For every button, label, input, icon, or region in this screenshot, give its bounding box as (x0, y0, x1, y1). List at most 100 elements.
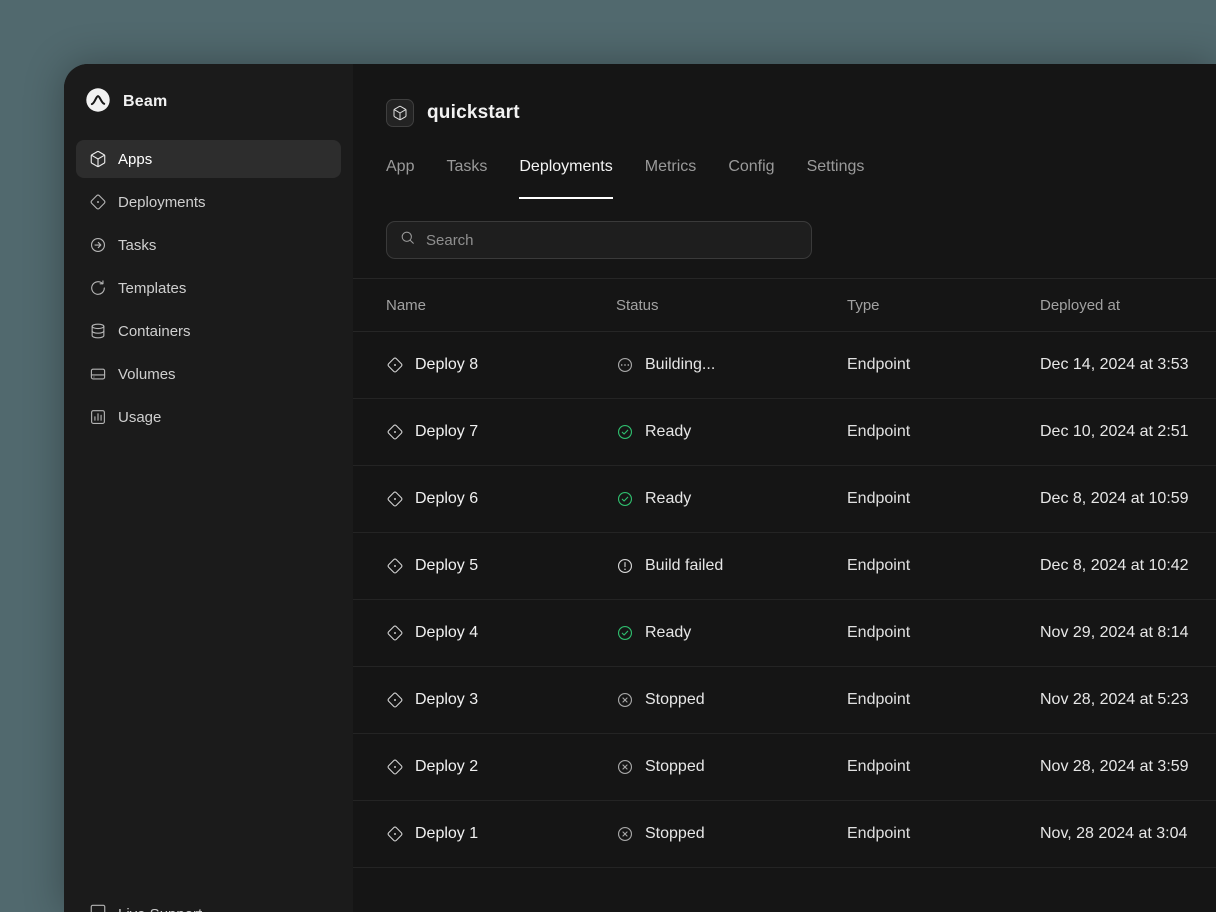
tab-bar: App Tasks Deployments Metrics Config Settings (386, 157, 1216, 199)
column-header-type: Type (847, 279, 1040, 332)
deployment-name: Deploy 4 (353, 624, 616, 642)
tab-metrics[interactable]: Metrics (645, 157, 697, 199)
table-row[interactable]: Deploy 5Build failedEndpointDec 8, 2024 … (353, 533, 1216, 600)
deployment-name: Deploy 7 (353, 423, 616, 441)
column-header-status: Status (616, 279, 847, 332)
status-stopped-icon (616, 758, 634, 776)
deployment-icon (386, 490, 404, 508)
deployed-at: Dec 14, 2024 at 3:53 (1040, 356, 1216, 374)
main-content: quickstart App Tasks Deployments Metrics Con… (353, 64, 1216, 912)
deployment-icon (386, 423, 404, 441)
deployment-type: Endpoint (847, 356, 1040, 374)
deployment-icon (386, 557, 404, 575)
beam-logo-slot (85, 87, 111, 118)
templates-icon (89, 279, 107, 297)
deployment-type: Endpoint (847, 423, 1040, 441)
chat-icon-slot (89, 903, 107, 912)
status-badge: Stopped (616, 758, 847, 776)
sidebar-nav: Apps Deployments Tasks Templates Containers V… (76, 140, 341, 436)
brand[interactable]: Beam (76, 89, 341, 115)
deployment-type: Endpoint (847, 624, 1040, 642)
search-icon (399, 229, 416, 246)
deployed-at: Nov 28, 2024 at 3:59 (1040, 758, 1216, 776)
deployment-type: Endpoint (847, 758, 1040, 776)
tasks-icon (89, 236, 107, 254)
status-building-icon (616, 356, 634, 374)
table-row[interactable]: Deploy 4ReadyEndpointNov 29, 2024 at 8:1… (353, 600, 1216, 667)
page-title: quickstart (427, 102, 520, 124)
deployment-name: Deploy 2 (353, 758, 616, 776)
search-input[interactable] (426, 232, 799, 249)
deployment-type: Endpoint (847, 557, 1040, 575)
sidebar-item-label: Apps (118, 151, 152, 168)
beam-logo-icon (85, 87, 111, 113)
status-stopped-icon (616, 691, 634, 709)
sidebar-item-containers[interactable]: Containers (76, 312, 341, 350)
deployment-name: Deploy 8 (353, 356, 616, 374)
sidebar-item-live-support[interactable]: Live Support (89, 903, 202, 912)
table-row[interactable]: Deploy 7ReadyEndpointDec 10, 2024 at 2:5… (353, 399, 1216, 466)
table-row[interactable]: Deploy 8Building...EndpointDec 14, 2024 … (353, 332, 1216, 399)
deployment-icon (386, 624, 404, 642)
deployed-at: Dec 10, 2024 at 2:51 (1040, 423, 1216, 441)
sidebar-footer-label: Live Support (118, 906, 202, 912)
tab-config[interactable]: Config (728, 157, 774, 199)
status-badge: Building... (616, 356, 847, 374)
sidebar-item-deployments[interactable]: Deployments (76, 183, 341, 221)
sidebar-item-volumes[interactable]: Volumes (76, 355, 341, 393)
sidebar-item-label: Usage (118, 409, 161, 426)
status-badge: Build failed (616, 557, 847, 575)
column-header-name: Name (353, 279, 616, 332)
chat-icon (89, 903, 107, 912)
deployed-at: Nov 29, 2024 at 8:14 (1040, 624, 1216, 642)
deployment-type: Endpoint (847, 490, 1040, 508)
tab-deployments[interactable]: Deployments (519, 157, 612, 199)
status-badge: Ready (616, 423, 847, 441)
app-header: quickstart (353, 64, 1216, 127)
containers-icon (89, 322, 107, 340)
status-badge: Stopped (616, 691, 847, 709)
deployed-at: Nov, 28 2024 at 3:04 (1040, 825, 1216, 843)
tab-tasks[interactable]: Tasks (446, 157, 487, 199)
table-row[interactable]: Deploy 1StoppedEndpointNov, 28 2024 at 3… (353, 801, 1216, 868)
status-ready-icon (616, 624, 634, 642)
sidebar-item-label: Tasks (118, 237, 156, 254)
volumes-icon (89, 365, 107, 383)
apps-icon (89, 150, 107, 168)
deployed-at: Nov 28, 2024 at 5:23 (1040, 691, 1216, 709)
deployments-table: NameStatusTypeDeployed at Deploy 8Buildi… (353, 278, 1216, 868)
sidebar-item-label: Deployments (118, 194, 206, 211)
usage-icon (89, 408, 107, 426)
status-badge: Ready (616, 490, 847, 508)
sidebar-item-label: Templates (118, 280, 186, 297)
search-icon-slot (399, 229, 416, 251)
table-row[interactable]: Deploy 3StoppedEndpointNov 28, 2024 at 5… (353, 667, 1216, 734)
brand-name: Beam (123, 93, 167, 111)
table-row[interactable]: Deploy 6ReadyEndpointDec 8, 2024 at 10:5… (353, 466, 1216, 533)
table-header-row: NameStatusTypeDeployed at (353, 279, 1216, 332)
deployment-icon (386, 825, 404, 843)
status-badge: Stopped (616, 825, 847, 843)
app-icon-box (386, 99, 414, 127)
sidebar: Beam Apps Deployments Tasks Templates Contai… (64, 64, 353, 912)
deployment-name: Deploy 1 (353, 825, 616, 843)
sidebar-item-tasks[interactable]: Tasks (76, 226, 341, 264)
package-icon (392, 105, 408, 121)
tab-settings[interactable]: Settings (807, 157, 865, 199)
sidebar-item-apps[interactable]: Apps (76, 140, 341, 178)
deployment-type: Endpoint (847, 691, 1040, 709)
sidebar-item-label: Volumes (118, 366, 176, 383)
search-section (386, 221, 1216, 259)
sidebar-item-usage[interactable]: Usage (76, 398, 341, 436)
status-ready-icon (616, 423, 634, 441)
deployment-name: Deploy 3 (353, 691, 616, 709)
tab-app[interactable]: App (386, 157, 414, 199)
status-ready-icon (616, 490, 634, 508)
deployment-name: Deploy 5 (353, 557, 616, 575)
column-header-deployed-at: Deployed at (1040, 279, 1216, 332)
status-badge: Ready (616, 624, 847, 642)
search-box[interactable] (386, 221, 812, 259)
sidebar-item-templates[interactable]: Templates (76, 269, 341, 307)
status-stopped-icon (616, 825, 634, 843)
table-row[interactable]: Deploy 2StoppedEndpointNov 28, 2024 at 3… (353, 734, 1216, 801)
